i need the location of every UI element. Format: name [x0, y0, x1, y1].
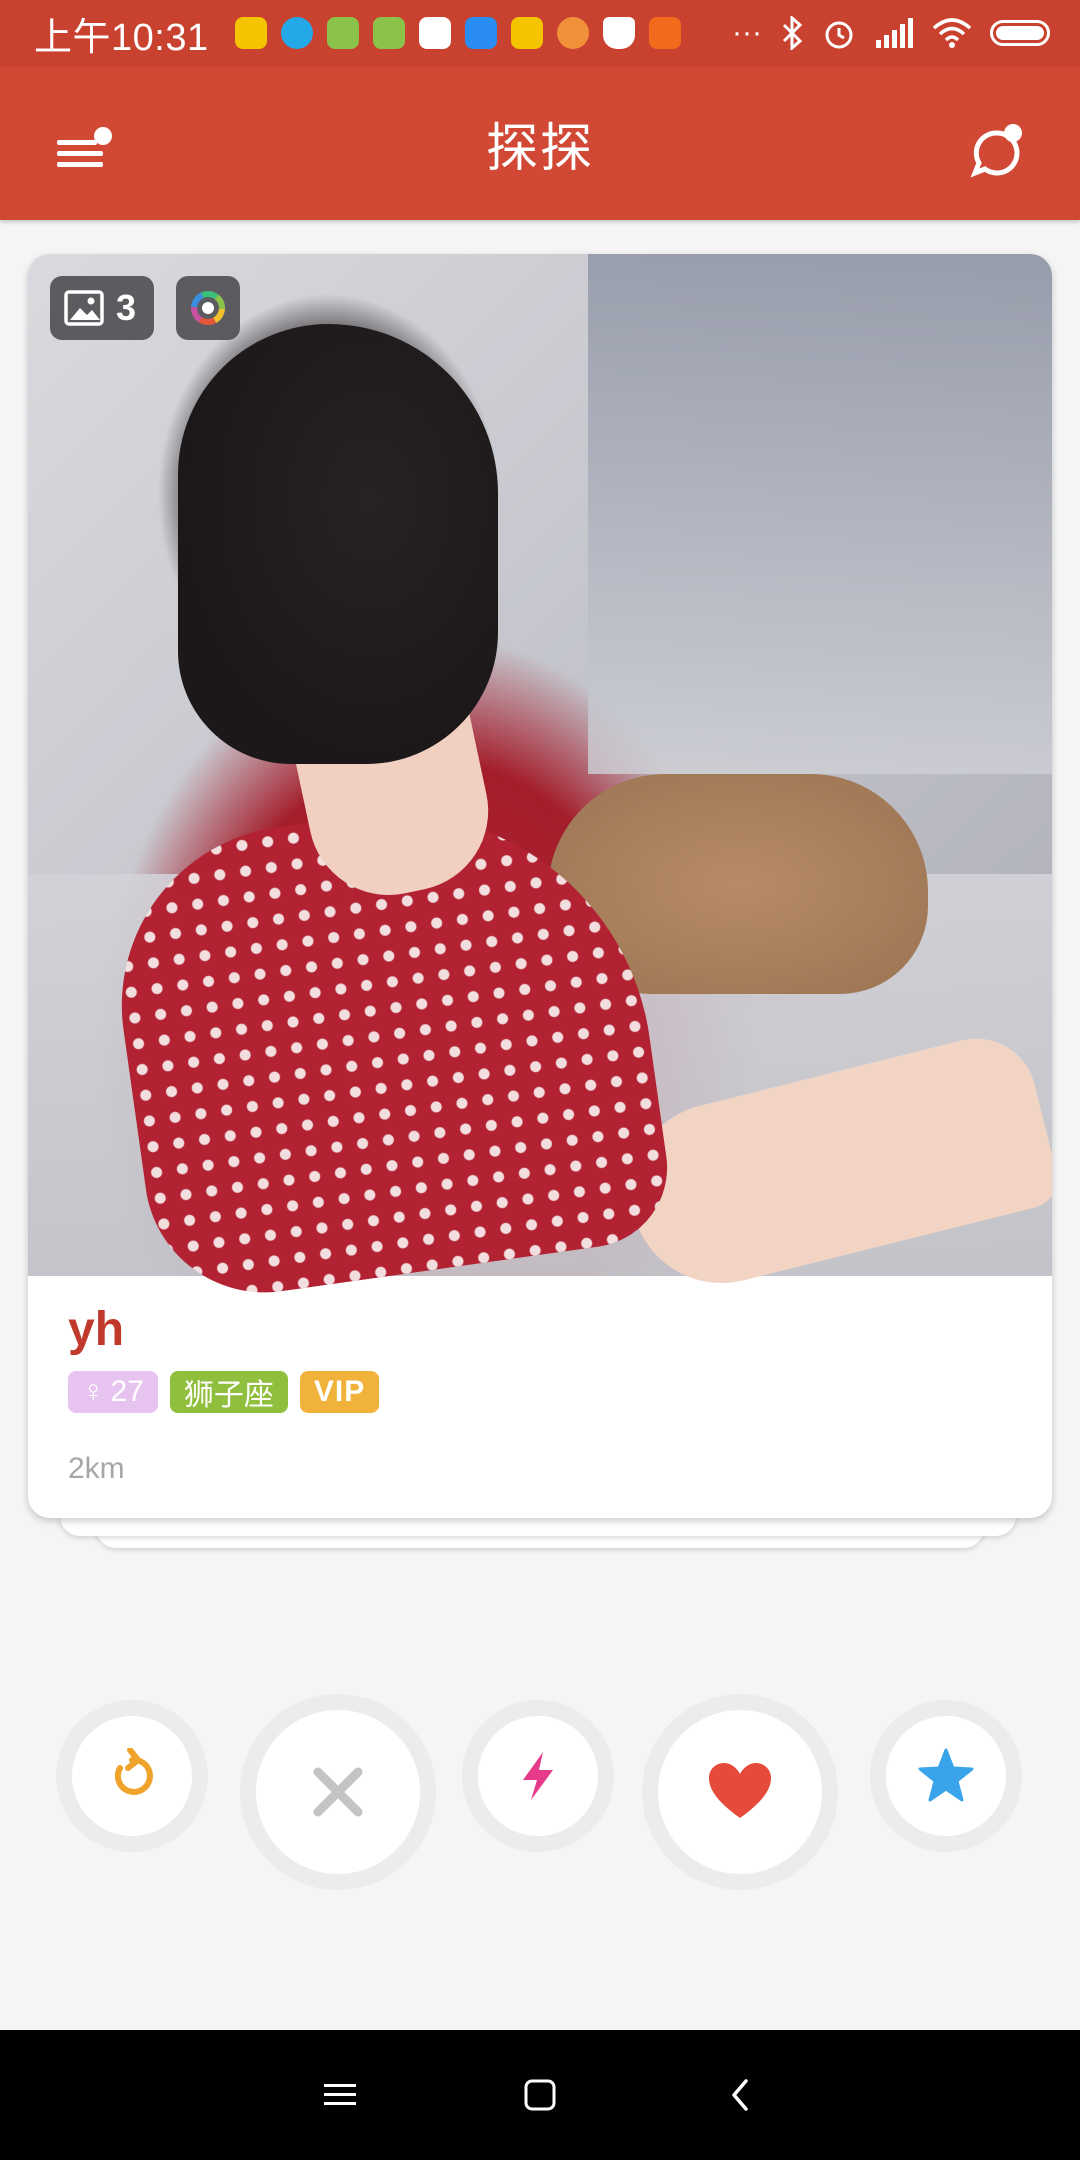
app-notification-icon [510, 17, 543, 49]
heart-icon [709, 1763, 771, 1818]
app-notification-icon [464, 17, 497, 49]
more-notifications-icon: ··· [732, 16, 762, 49]
back-button[interactable] [710, 2065, 770, 2125]
home-button[interactable] [510, 2065, 570, 2125]
recent-apps-button[interactable] [310, 2065, 370, 2125]
photo-background [588, 254, 1052, 774]
app-notification-icon [234, 17, 267, 49]
undo-icon [115, 1748, 153, 1795]
app-notification-icon [602, 17, 635, 49]
app-notification-icon [372, 17, 405, 49]
alarm-icon [825, 21, 853, 49]
like-button[interactable] [642, 1694, 838, 1890]
notification-icons [234, 17, 681, 49]
super-like-button[interactable] [870, 1700, 1022, 1852]
home-icon [524, 2079, 556, 2111]
status-left: 上午10:31 [34, 6, 681, 61]
age-tag: ♀ 27 [68, 1371, 158, 1413]
photo-count: 3 [116, 287, 137, 328]
photo-count-badge[interactable]: 3 [50, 276, 155, 340]
app-notification-icon [556, 17, 589, 49]
nope-button[interactable] [240, 1694, 436, 1890]
distance-label: 2km [68, 1452, 125, 1485]
lightning-icon [523, 1752, 553, 1800]
system-nav-bar [0, 2030, 1080, 2160]
menu-icon [324, 2084, 356, 2105]
menu-button[interactable] [48, 116, 118, 186]
chat-icon [970, 124, 1022, 178]
gallery-icon [64, 290, 104, 326]
back-icon [732, 2079, 748, 2111]
profile-info: yh ♀ 27 狮子座 VIP 2km [28, 1276, 1052, 1518]
status-right: ··· [732, 16, 1050, 50]
status-bar: 上午10:31 ··· [0, 0, 1080, 66]
profile-card[interactable]: 3 yh ♀ 27 狮子座 VIP 2km [28, 254, 1052, 1518]
app-notification-icon [280, 17, 313, 49]
age-value: 27 [110, 1375, 144, 1408]
action-bar [0, 1690, 1080, 1910]
status-time: 上午10:31 [34, 16, 209, 59]
profile-photo[interactable]: 3 [28, 254, 1052, 1308]
star-icon [918, 1748, 974, 1802]
battery-icon [990, 20, 1050, 46]
zodiac-value: 狮子座 [183, 1379, 274, 1412]
app-notification-icon [418, 17, 451, 49]
profile-tags: ♀ 27 狮子座 VIP [68, 1371, 380, 1413]
menu-icon [57, 127, 112, 167]
chat-button[interactable] [962, 116, 1032, 186]
female-icon: ♀ [82, 1375, 105, 1408]
zodiac-tag: 狮子座 [169, 1371, 288, 1413]
signal-icon [876, 18, 913, 48]
filter-button[interactable] [176, 276, 240, 340]
app-notification-icon [648, 17, 681, 49]
wifi-icon [932, 18, 972, 48]
app-notification-icon [326, 17, 359, 49]
profile-name: yh [68, 1303, 125, 1356]
page-title: 探探 [485, 119, 594, 178]
bluetooth-icon [782, 16, 803, 50]
vip-badge: VIP [299, 1371, 380, 1413]
photo-hair [178, 324, 498, 764]
app-bar: 探探 [0, 66, 1080, 220]
color-wheel-icon [191, 291, 225, 325]
undo-button[interactable] [56, 1700, 208, 1852]
boost-button[interactable] [462, 1700, 614, 1852]
close-icon [313, 1767, 363, 1817]
vip-label: VIP [313, 1375, 366, 1408]
